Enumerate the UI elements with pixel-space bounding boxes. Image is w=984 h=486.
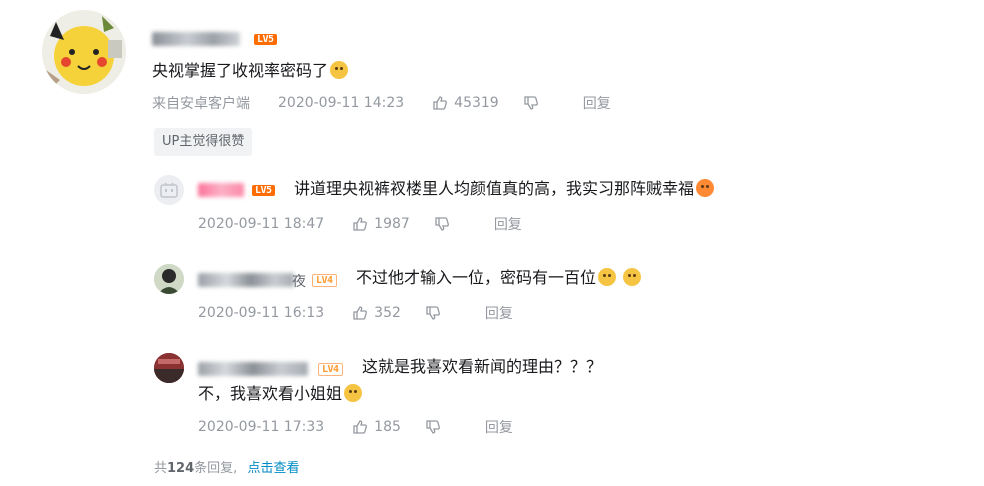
like-button[interactable]: 185 (352, 419, 401, 435)
reply-text: 讲道理央视裤衩楼里人均颜值真的高，我实习那阵贼幸福 (294, 178, 715, 200)
dislike-button[interactable] (434, 216, 450, 232)
reply-username-tail: 夜 (292, 274, 306, 290)
footer-suffix: 条回复, (194, 461, 238, 476)
reply-level-badge: LV4 (312, 274, 337, 287)
reply-avatar[interactable] (154, 175, 184, 205)
main-level-badge: LV5 (254, 34, 277, 45)
like-button[interactable]: 45319 (432, 95, 499, 111)
like-icon (353, 217, 368, 231)
user-photo-avatar (154, 264, 184, 294)
view-replies-link[interactable]: 点击查看 (247, 461, 299, 476)
default-avatar-icon (160, 182, 178, 198)
reply-text: 不过他才输入一位，密码有一百位 (356, 267, 642, 289)
main-username[interactable] (152, 32, 240, 46)
like-icon (433, 96, 448, 110)
reply-meta: 2020-09-11 16:13 352 回复 (198, 303, 513, 323)
dislike-icon (426, 420, 440, 434)
reply-date: 2020-09-11 16:13 (198, 305, 325, 321)
reply-username[interactable] (198, 183, 244, 197)
reply-body: 不过他才输入一位，密码有一百位 (356, 268, 597, 287)
dislike-icon (435, 217, 449, 231)
like-count: 352 (374, 305, 401, 321)
like-count: 185 (374, 419, 401, 435)
dislike-button[interactable] (523, 95, 539, 111)
cat-emoji-icon (598, 268, 617, 286)
dislike-icon (426, 306, 440, 320)
reply-button[interactable]: 回复 (494, 214, 522, 234)
up-liked-badge: UP主觉得很赞 (154, 128, 253, 156)
reply-avatar[interactable] (154, 264, 184, 294)
main-comment-text: 央视掌握了收视率密码了 (152, 60, 349, 82)
pikachu-avatar-image (42, 10, 126, 94)
reply-body: 这就是我喜欢看新闻的理由？？？ (362, 357, 603, 376)
main-comment-body: 央视掌握了收视率密码了 (152, 61, 329, 80)
reply-username[interactable] (198, 362, 308, 376)
reply-button[interactable]: 回复 (485, 417, 513, 437)
cat-emoji-icon (344, 384, 363, 402)
reply-level-badge: LV5 (252, 185, 275, 196)
source-label: 来自安卓客户端 (152, 96, 250, 112)
dislike-icon (524, 96, 538, 110)
reply-date: 2020-09-11 17:33 (198, 419, 325, 435)
reply-date: 2020-09-11 18:47 (198, 216, 325, 232)
like-count: 45319 (454, 95, 499, 111)
like-icon (353, 306, 368, 320)
dislike-button[interactable] (425, 419, 441, 435)
reply-username[interactable] (198, 273, 294, 287)
comment-date: 2020-09-11 14:23 (278, 95, 405, 111)
reply-level-badge: LV4 (318, 363, 343, 376)
reply-count: 124 (167, 461, 195, 476)
main-comment-meta: 来自安卓客户端 2020-09-11 14:23 45319 回复 (152, 93, 611, 113)
cat-emoji-icon (623, 268, 642, 286)
reply-button[interactable]: 回复 (485, 303, 513, 323)
reply-count-footer: 共124条回复, 点击查看 (154, 457, 299, 476)
user-photo-avatar (154, 353, 184, 383)
cat-emoji-icon (330, 61, 349, 79)
main-avatar[interactable] (42, 10, 126, 94)
reply-body: 讲道理央视裤衩楼里人均颜值真的高，我实习那阵贼幸福 (294, 179, 695, 198)
footer-prefix: 共 (154, 461, 168, 476)
reply-meta: 2020-09-11 18:47 1987 回复 (198, 214, 522, 234)
like-icon (353, 420, 368, 434)
reply-text-line2: 不，我喜欢看小姐姐 (198, 383, 363, 405)
reply-text: 这就是我喜欢看新闻的理由？？？ (362, 356, 602, 378)
reply-meta: 2020-09-11 17:33 185 回复 (198, 417, 513, 437)
like-button[interactable]: 1987 (352, 216, 410, 232)
dislike-button[interactable] (425, 305, 441, 321)
reply-button[interactable]: 回复 (583, 93, 611, 113)
blush-emoji-icon (696, 179, 715, 197)
reply-body: 不，我喜欢看小姐姐 (198, 384, 343, 403)
like-button[interactable]: 352 (352, 305, 401, 321)
like-count: 1987 (374, 216, 410, 232)
reply-avatar[interactable] (154, 353, 184, 383)
